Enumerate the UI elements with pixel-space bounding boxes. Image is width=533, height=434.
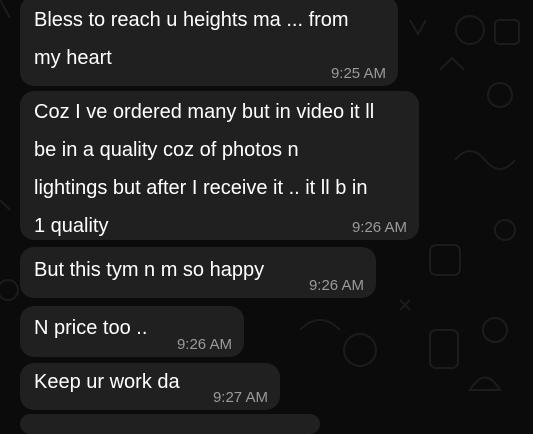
message-text: Bless to reach u heights ma ... from my … — [34, 9, 349, 69]
message-time: 9:26 AM — [176, 336, 232, 353]
message-text: Coz I ve ordered many but in video it ll… — [34, 101, 375, 237]
message-bubble[interactable]: Bless to reach u heights ma ... from my … — [20, 0, 398, 86]
message-text: But this tym n m so happy — [34, 259, 265, 281]
message-time: 9:26 AM — [308, 277, 364, 294]
message-bubble[interactable]: Keep ur work da 9:27 AM — [20, 363, 280, 410]
message-bubble[interactable]: Coz I ve ordered many but in video it ll… — [20, 91, 419, 240]
message-time: 9:27 AM — [212, 389, 268, 406]
message-time: 9:26 AM — [351, 219, 407, 236]
message-bubble[interactable]: N price too .. 9:26 AM — [20, 306, 244, 357]
message-list: Bless to reach u heights ma ... from my … — [0, 0, 533, 434]
message-bubble-partial[interactable] — [20, 414, 320, 434]
message-time: 9:25 AM — [330, 65, 386, 82]
message-text: N price too .. — [34, 317, 148, 339]
message-bubble[interactable]: But this tym n m so happy 9:26 AM — [20, 247, 376, 298]
message-text: Keep ur work da — [34, 371, 180, 393]
